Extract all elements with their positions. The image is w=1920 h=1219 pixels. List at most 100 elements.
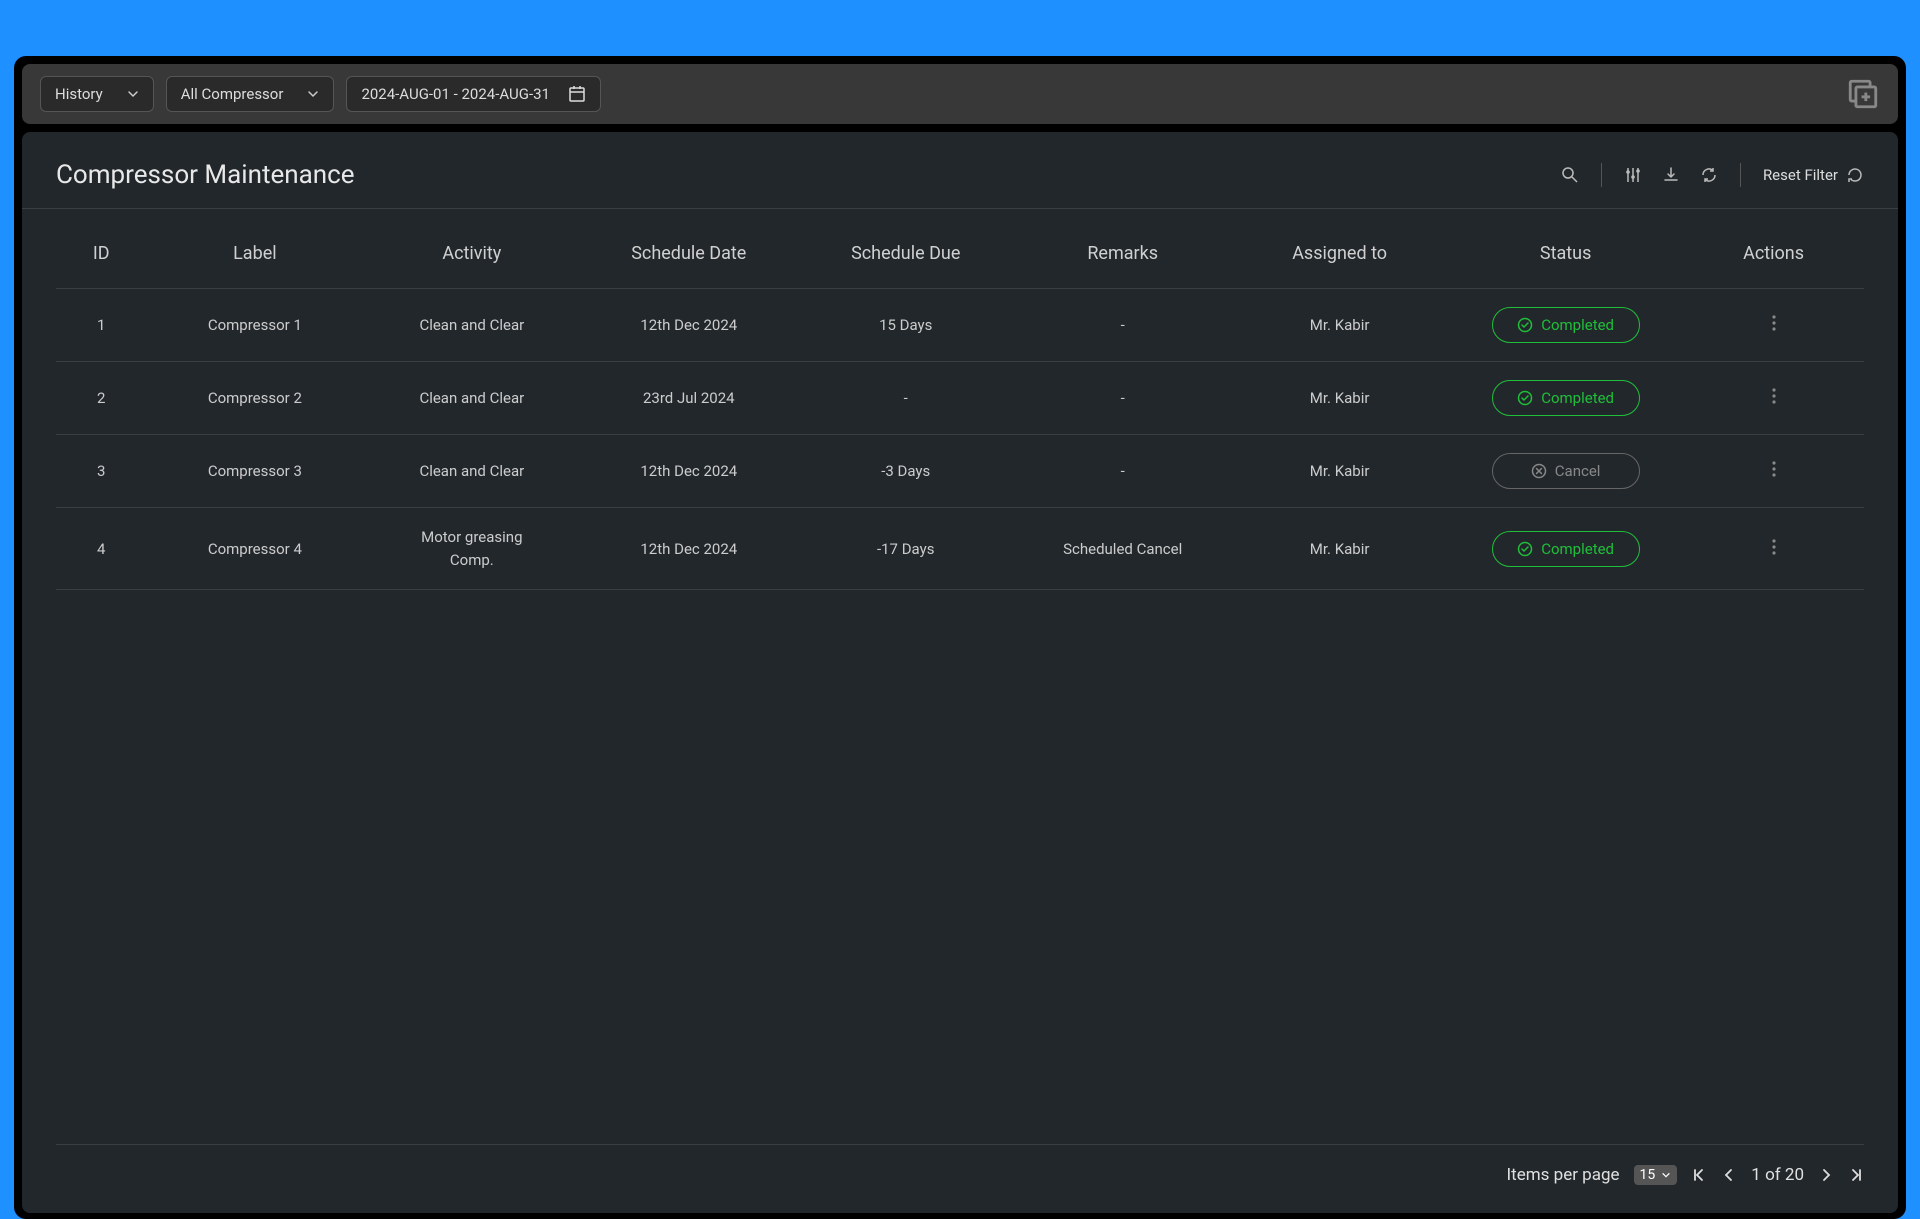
cell-id: 1 — [56, 289, 146, 362]
cell-actions — [1683, 508, 1864, 590]
cell-actions — [1683, 289, 1864, 362]
table-row: 2Compressor 2Clean and Clear23rd Jul 202… — [56, 362, 1864, 435]
last-page-icon[interactable] — [1848, 1167, 1864, 1183]
cell-assigned-to: Mr. Kabir — [1231, 508, 1448, 590]
maintenance-table: ID Label Activity Schedule Date Schedule… — [56, 209, 1864, 590]
check-circle-icon — [1517, 541, 1533, 557]
compressor-dropdown-label: All Compressor — [181, 85, 284, 103]
cell-activity: Clean and Clear — [363, 435, 580, 508]
col-assigned-to[interactable]: Assigned to — [1231, 209, 1448, 289]
status-pill-completed[interactable]: Completed — [1492, 380, 1640, 416]
cell-schedule-due: 15 Days — [797, 289, 1014, 362]
cell-status: Completed — [1448, 289, 1683, 362]
cell-label: Compressor 4 — [146, 508, 363, 590]
more-vertical-icon[interactable] — [1772, 387, 1776, 405]
items-per-page-select[interactable]: 15 — [1634, 1165, 1678, 1185]
compressor-dropdown[interactable]: All Compressor — [166, 76, 335, 112]
table-header-row: ID Label Activity Schedule Date Schedule… — [56, 209, 1864, 289]
status-label: Cancel — [1555, 462, 1601, 480]
col-status[interactable]: Status — [1448, 209, 1683, 289]
table-wrap: ID Label Activity Schedule Date Schedule… — [22, 209, 1898, 1144]
more-vertical-icon[interactable] — [1772, 314, 1776, 332]
cell-label: Compressor 3 — [146, 435, 363, 508]
table-row: 3Compressor 3Clean and Clear12th Dec 202… — [56, 435, 1864, 508]
status-pill-completed[interactable]: Completed — [1492, 531, 1640, 567]
items-per-page-label: Items per page — [1507, 1165, 1620, 1185]
prev-page-icon[interactable] — [1721, 1167, 1737, 1183]
cell-assigned-to: Mr. Kabir — [1231, 362, 1448, 435]
check-circle-icon — [1517, 390, 1533, 406]
cell-activity: Clean and Clear — [363, 362, 580, 435]
cell-status: Completed — [1448, 362, 1683, 435]
table-row: 4Compressor 4Motor greasingComp.12th Dec… — [56, 508, 1864, 590]
reset-icon — [1846, 166, 1864, 184]
panel-header: Compressor Maintenance Reset Filter — [22, 132, 1898, 209]
divider — [1601, 163, 1602, 187]
status-label: Completed — [1541, 540, 1614, 558]
more-vertical-icon[interactable] — [1772, 538, 1776, 556]
cell-label: Compressor 1 — [146, 289, 363, 362]
download-icon[interactable] — [1662, 166, 1680, 184]
search-icon[interactable] — [1561, 166, 1579, 184]
cell-actions — [1683, 362, 1864, 435]
col-schedule-due[interactable]: Schedule Due — [797, 209, 1014, 289]
panel-tools: Reset Filter — [1561, 163, 1864, 187]
date-range-label: 2024-AUG-01 - 2024-AUG-31 — [361, 85, 550, 103]
cell-status: Completed — [1448, 508, 1683, 590]
reset-filter-label: Reset Filter — [1763, 166, 1838, 184]
cell-schedule-date: 23rd Jul 2024 — [580, 362, 797, 435]
cell-remarks: Scheduled Cancel — [1014, 508, 1231, 590]
calendar-icon — [568, 85, 586, 103]
pagination-footer: Items per page 15 1 of 20 — [56, 1144, 1864, 1213]
cell-activity: Motor greasingComp. — [363, 508, 580, 590]
cell-schedule-due: -3 Days — [797, 435, 1014, 508]
cell-schedule-due: - — [797, 362, 1014, 435]
date-range-picker[interactable]: 2024-AUG-01 - 2024-AUG-31 — [346, 76, 601, 112]
col-id[interactable]: ID — [56, 209, 146, 289]
cell-schedule-due: -17 Days — [797, 508, 1014, 590]
cell-actions — [1683, 435, 1864, 508]
cell-schedule-date: 12th Dec 2024 — [580, 508, 797, 590]
cell-assigned-to: Mr. Kabir — [1231, 435, 1448, 508]
status-pill-cancel[interactable]: Cancel — [1492, 453, 1640, 489]
next-page-icon[interactable] — [1818, 1167, 1834, 1183]
cell-remarks: - — [1014, 435, 1231, 508]
col-schedule-date[interactable]: Schedule Date — [580, 209, 797, 289]
app-wrapper: History All Compressor 2024-AUG-01 - 202… — [14, 56, 1906, 1219]
chevron-down-icon — [307, 88, 319, 100]
table-row: 1Compressor 1Clean and Clear12th Dec 202… — [56, 289, 1864, 362]
col-activity[interactable]: Activity — [363, 209, 580, 289]
check-circle-icon — [1517, 317, 1533, 333]
cell-id: 2 — [56, 362, 146, 435]
cell-schedule-date: 12th Dec 2024 — [580, 289, 797, 362]
cell-label: Compressor 2 — [146, 362, 363, 435]
cell-activity: Clean and Clear — [363, 289, 580, 362]
cell-remarks: - — [1014, 289, 1231, 362]
chevron-down-icon — [127, 88, 139, 100]
top-blue-bar — [0, 0, 1920, 56]
more-vertical-icon[interactable] — [1772, 460, 1776, 478]
panel: Compressor Maintenance Reset Filter ID — [22, 132, 1898, 1213]
first-page-icon[interactable] — [1691, 1167, 1707, 1183]
status-pill-completed[interactable]: Completed — [1492, 307, 1640, 343]
x-circle-icon — [1531, 463, 1547, 479]
toolbar: History All Compressor 2024-AUG-01 - 202… — [22, 64, 1898, 124]
cell-schedule-date: 12th Dec 2024 — [580, 435, 797, 508]
col-actions[interactable]: Actions — [1683, 209, 1864, 289]
refresh-icon[interactable] — [1700, 166, 1718, 184]
status-label: Completed — [1541, 316, 1614, 334]
chevron-down-icon — [1661, 1170, 1671, 1180]
panel-title: Compressor Maintenance — [56, 160, 355, 190]
cell-remarks: - — [1014, 362, 1231, 435]
cell-id: 4 — [56, 508, 146, 590]
col-label[interactable]: Label — [146, 209, 363, 289]
add-button[interactable] — [1846, 77, 1880, 111]
cell-id: 3 — [56, 435, 146, 508]
sliders-icon[interactable] — [1624, 166, 1642, 184]
view-dropdown[interactable]: History — [40, 76, 154, 112]
col-remarks[interactable]: Remarks — [1014, 209, 1231, 289]
cell-status: Cancel — [1448, 435, 1683, 508]
reset-filter-button[interactable]: Reset Filter — [1763, 166, 1864, 184]
status-label: Completed — [1541, 389, 1614, 407]
divider — [1740, 163, 1741, 187]
